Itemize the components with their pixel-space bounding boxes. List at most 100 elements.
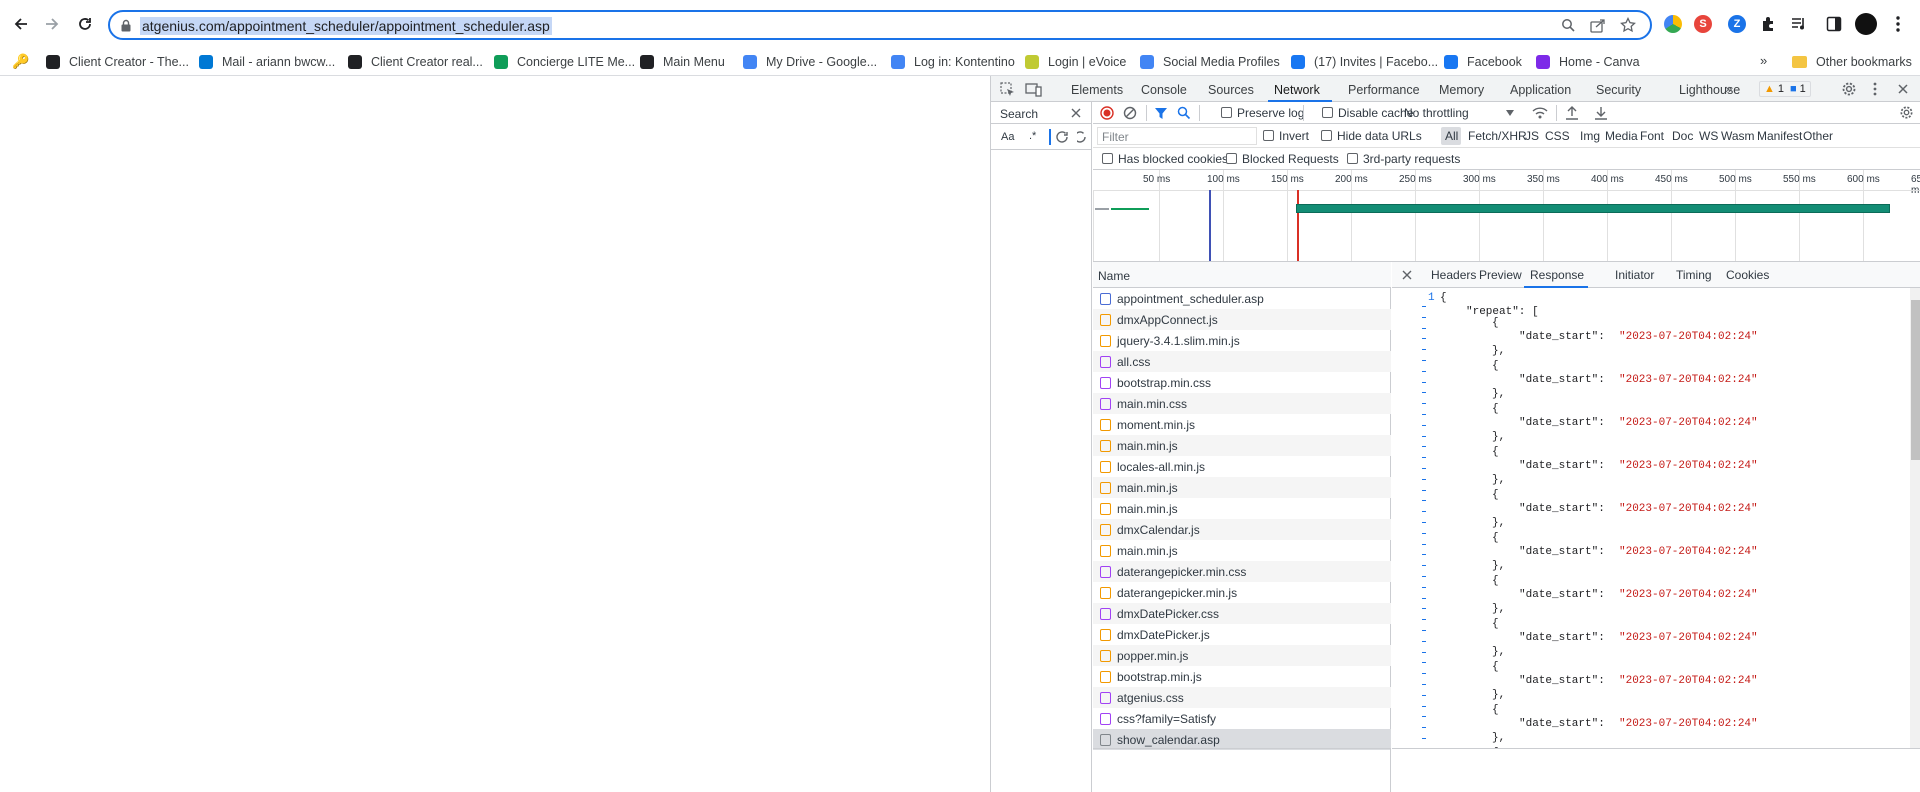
- detail-tab-response[interactable]: Response: [1530, 268, 1584, 282]
- table-row[interactable]: css?family=Satisfy: [1093, 708, 1391, 729]
- detail-tab-preview[interactable]: Preview: [1479, 268, 1522, 282]
- bookmark-item[interactable]: Login | eVoice: [1025, 53, 1126, 71]
- network-overview[interactable]: 50 ms 100 ms 150 ms 200 ms 250 ms 300 ms 350 m…: [1093, 170, 1920, 262]
- bookmark-item[interactable]: Social Media Profiles: [1140, 53, 1280, 71]
- table-row[interactable]: main.min.js: [1093, 435, 1391, 456]
- search-input[interactable]: [1049, 129, 1051, 145]
- table-row[interactable]: moment.min.js: [1093, 414, 1391, 435]
- table-row[interactable]: locales-all.min.js: [1093, 456, 1391, 477]
- filter-type-wasm[interactable]: Wasm: [1721, 129, 1755, 143]
- table-row[interactable]: dmxDatePicker.js: [1093, 624, 1391, 645]
- filter-type-ws[interactable]: WS: [1699, 129, 1718, 143]
- settings-gear-icon[interactable]: [1841, 81, 1857, 97]
- table-row[interactable]: bootstrap.min.css: [1093, 372, 1391, 393]
- table-row[interactable]: main.min.js: [1093, 498, 1391, 519]
- other-bookmarks[interactable]: Other bookmarks: [1792, 53, 1912, 71]
- bookmark-item[interactable]: Facebook: [1444, 53, 1522, 71]
- detail-tab-headers[interactable]: Headers: [1431, 268, 1476, 282]
- address-bar[interactable]: atgenius.com/appointment_scheduler/appoi…: [108, 10, 1652, 40]
- detail-tab-timing[interactable]: Timing: [1676, 268, 1712, 282]
- detail-tab-initiator[interactable]: Initiator: [1615, 268, 1654, 282]
- filter-type-css[interactable]: CSS: [1545, 129, 1570, 143]
- apps-icon[interactable]: 🔑: [12, 52, 29, 70]
- extension-z-icon[interactable]: Z: [1728, 15, 1746, 33]
- puzzle-icon[interactable]: [1760, 15, 1777, 32]
- devtools-menu-icon[interactable]: [1873, 82, 1877, 96]
- close-search-icon[interactable]: [1071, 108, 1081, 118]
- filter-type-img[interactable]: Img: [1580, 129, 1600, 143]
- throttling-select[interactable]: No throttling: [1404, 106, 1469, 120]
- side-panel-icon[interactable]: [1826, 16, 1842, 32]
- record-stop-icon[interactable]: [1100, 106, 1114, 120]
- profile-avatar[interactable]: [1855, 13, 1877, 35]
- import-har-icon[interactable]: [1565, 106, 1579, 120]
- tab-performance[interactable]: Performance: [1348, 83, 1420, 97]
- table-row[interactable]: atgenius.css: [1093, 687, 1391, 708]
- filter-type-manifest[interactable]: Manifest: [1757, 129, 1802, 143]
- tab-memory[interactable]: Memory: [1439, 83, 1484, 97]
- filter-type-fetchxhr[interactable]: Fetch/XHR: [1468, 129, 1527, 143]
- filter-input[interactable]: Filter: [1097, 127, 1257, 145]
- bookmark-item[interactable]: (17) Invites | Facebo...: [1291, 53, 1438, 71]
- table-row[interactable]: dmxCalendar.js: [1093, 519, 1391, 540]
- chevron-down-icon[interactable]: [1506, 110, 1514, 116]
- third-party-checkbox[interactable]: 3rd-party requests: [1347, 152, 1460, 166]
- table-row[interactable]: dmxDatePicker.css: [1093, 603, 1391, 624]
- regex-toggle[interactable]: .*: [1029, 130, 1036, 142]
- filter-type-js[interactable]: JS: [1525, 129, 1539, 143]
- table-row[interactable]: daterangepicker.min.js: [1093, 582, 1391, 603]
- filter-type-font[interactable]: Font: [1640, 129, 1664, 143]
- filter-type-other[interactable]: Other: [1803, 129, 1833, 143]
- network-settings-gear-icon[interactable]: [1899, 105, 1914, 120]
- media-queue-icon[interactable]: [1790, 15, 1807, 32]
- bookmark-item[interactable]: Home - Canva: [1536, 53, 1640, 71]
- name-column-header[interactable]: Name: [1093, 262, 1391, 288]
- export-har-icon[interactable]: [1594, 106, 1608, 120]
- blocked-requests-checkbox[interactable]: Blocked Requests: [1226, 152, 1339, 166]
- star-icon[interactable]: [1620, 17, 1636, 33]
- tab-security[interactable]: Security: [1596, 83, 1641, 97]
- scrollbar-thumb[interactable]: [1911, 300, 1920, 460]
- detail-tab-cookies[interactable]: Cookies: [1726, 268, 1769, 282]
- network-conditions-icon[interactable]: [1532, 106, 1548, 120]
- kebab-menu-icon[interactable]: [1895, 15, 1901, 33]
- tab-application[interactable]: Application: [1510, 83, 1571, 97]
- match-case-toggle[interactable]: Aa: [1001, 131, 1014, 143]
- table-row[interactable]: daterangepicker.min.css: [1093, 561, 1391, 582]
- bookmark-item[interactable]: Main Menu: [640, 53, 725, 71]
- search-icon[interactable]: [1561, 18, 1576, 33]
- filter-type-doc[interactable]: Doc: [1672, 129, 1693, 143]
- refresh-search-icon[interactable]: [1055, 130, 1069, 144]
- scrollbar-track[interactable]: [1910, 288, 1920, 748]
- close-detail-icon[interactable]: [1402, 270, 1412, 280]
- device-toolbar-icon[interactable]: [1025, 82, 1042, 97]
- tab-sources[interactable]: Sources: [1208, 83, 1254, 97]
- preserve-log-checkbox[interactable]: Preserve log: [1221, 106, 1304, 120]
- filter-funnel-icon[interactable]: [1154, 107, 1168, 120]
- table-row[interactable]: popper.min.js: [1093, 645, 1391, 666]
- back-button[interactable]: [7, 10, 35, 38]
- clear-icon[interactable]: [1123, 106, 1137, 120]
- invert-checkbox[interactable]: Invert: [1263, 129, 1309, 143]
- tab-elements[interactable]: Elements: [1071, 83, 1123, 97]
- bookmark-item[interactable]: Client Creator real...: [348, 53, 483, 71]
- bookmark-item[interactable]: Client Creator - The...: [46, 53, 189, 71]
- tab-console[interactable]: Console: [1141, 83, 1187, 97]
- has-blocked-cookies-checkbox[interactable]: Has blocked cookies: [1102, 152, 1228, 166]
- table-row[interactable]: main.min.js: [1093, 540, 1391, 561]
- table-row[interactable]: dmxAppConnect.js: [1093, 309, 1391, 330]
- response-body[interactable]: 1{"repeat": [{"date_start": "2023-07-20T0…: [1392, 288, 1920, 748]
- inspect-element-icon[interactable]: [1000, 82, 1015, 97]
- share-icon[interactable]: [1590, 18, 1606, 33]
- extension-color-icon[interactable]: [1664, 15, 1682, 33]
- table-row[interactable]: show_calendar.asp: [1093, 729, 1391, 750]
- tab-network[interactable]: Network: [1274, 83, 1320, 97]
- filter-type-media[interactable]: Media: [1605, 129, 1638, 143]
- reload-button[interactable]: [71, 10, 99, 38]
- close-devtools-icon[interactable]: [1897, 83, 1909, 95]
- bookmark-item[interactable]: Log in: Kontentino: [891, 53, 1015, 71]
- more-bookmarks-chevron-icon[interactable]: »: [1760, 53, 1767, 68]
- issues-counter[interactable]: ▲ 1 ■ 1: [1759, 81, 1811, 97]
- bookmark-item[interactable]: My Drive - Google...: [743, 53, 877, 71]
- hide-data-urls-checkbox[interactable]: Hide data URLs: [1321, 129, 1422, 143]
